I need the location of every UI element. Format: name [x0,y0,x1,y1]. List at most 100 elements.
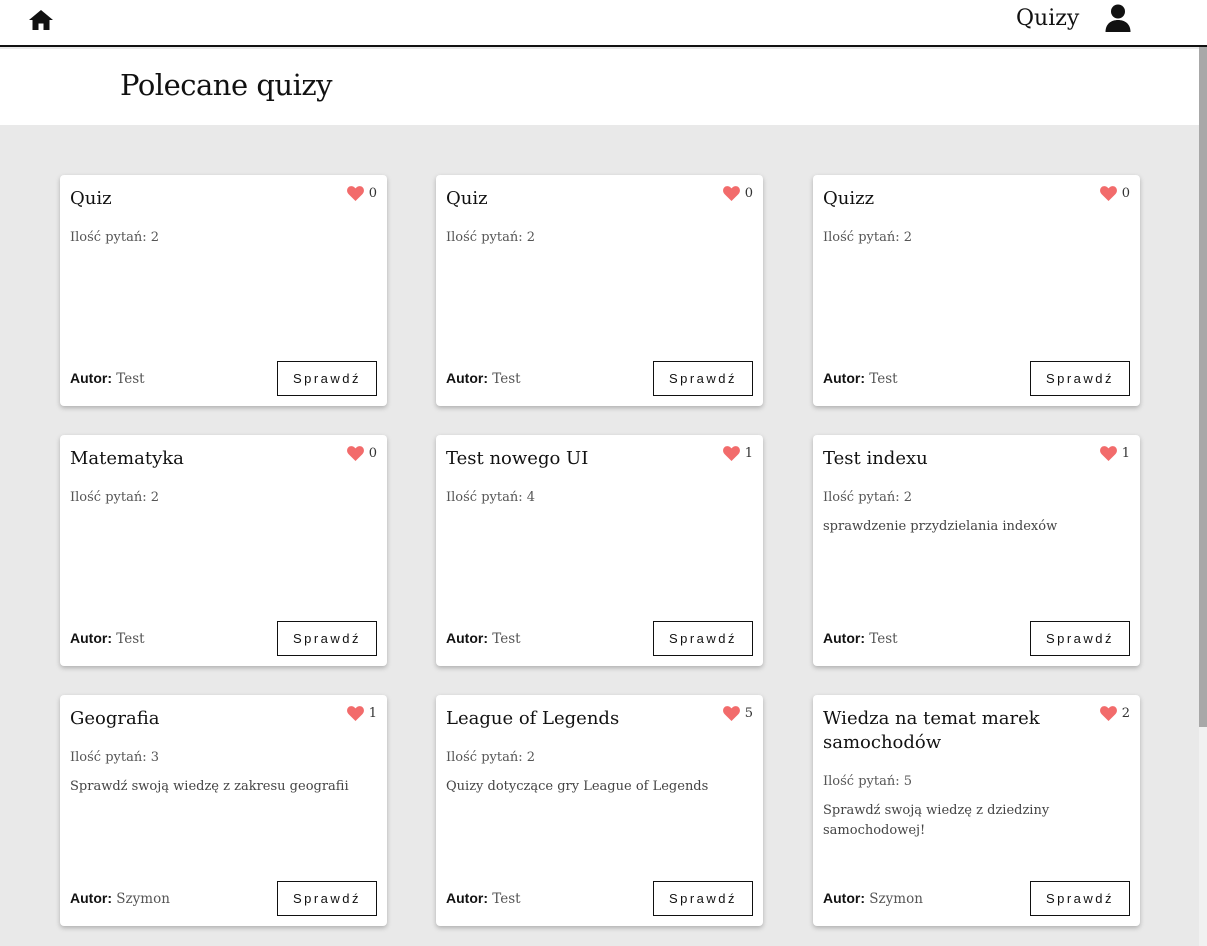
quiz-description: Sprawdź swoją wiedzę z dziedziny samocho… [823,803,1050,838]
home-icon[interactable] [28,8,54,32]
author-name: Szymon [869,891,923,907]
page-header: Polecane quizy [0,49,1199,125]
likes-badge[interactable]: 0 [346,186,377,201]
quiz-title: Quizz [823,188,875,209]
author-label: Autor: [823,630,865,646]
likes-count: 0 [368,446,377,461]
quiz-title: Wiedza na temat marek samochodów [823,708,1040,753]
quiz-card: Quiz 0 Ilość pytań: 2 Autor: Test Sprawd… [60,175,387,406]
question-count: Ilość pytań: 2 [446,230,536,245]
author-name: Szymon [116,891,170,907]
author-label: Autor: [823,370,865,386]
likes-badge[interactable]: 5 [722,706,753,721]
author-name: Test [116,631,145,647]
quiz-title: Quiz [446,188,488,209]
likes-badge[interactable]: 0 [722,186,753,201]
likes-count: 0 [744,186,753,201]
likes-count: 1 [1121,446,1130,461]
quiz-description: sprawdzenie przydzielania indexów [823,519,1058,534]
likes-count: 1 [368,706,377,721]
quiz-author: Autor: Test [823,630,898,647]
quiz-title: Matematyka [70,448,184,469]
page-title: Polecane quizy [120,68,333,102]
likes-badge[interactable]: 1 [346,706,377,721]
likes-count: 2 [1121,706,1130,721]
quiz-author: Autor: Szymon [70,890,170,907]
author-name: Test [869,371,898,387]
check-quiz-button[interactable]: Sprawdź [1030,621,1130,656]
question-count: Ilość pytań: 4 [446,490,536,505]
quiz-card: Matematyka 0 Ilość pytań: 2 Autor: Test … [60,435,387,666]
question-count: Ilość pytań: 2 [70,230,160,245]
heart-icon[interactable] [1099,706,1117,721]
author-name: Test [869,631,898,647]
heart-icon[interactable] [346,186,364,201]
likes-count: 5 [744,706,753,721]
quiz-author: Autor: Test [446,630,521,647]
quiz-description: Quizy dotyczące gry League of Legends [446,779,709,794]
scrollbar-thumb[interactable] [1199,47,1207,727]
quiz-card: Quiz 0 Ilość pytań: 2 Autor: Test Sprawd… [436,175,763,406]
check-quiz-button[interactable]: Sprawdź [277,361,377,396]
quiz-title: Test nowego UI [446,448,589,469]
likes-count: 0 [1121,186,1130,201]
author-name: Test [492,891,521,907]
question-count: Ilość pytań: 2 [823,230,913,245]
author-label: Autor: [823,890,865,906]
heart-icon[interactable] [1099,186,1117,201]
likes-badge[interactable]: 0 [1099,186,1130,201]
question-count: Ilość pytań: 2 [823,490,913,505]
likes-count: 0 [368,186,377,201]
heart-icon[interactable] [346,446,364,461]
author-label: Autor: [70,630,112,646]
likes-badge[interactable]: 2 [1099,706,1130,721]
quiz-title: Geografia [70,708,160,729]
author-label: Autor: [446,630,488,646]
question-count: Ilość pytań: 2 [446,750,536,765]
heart-icon[interactable] [722,186,740,201]
nav-quizy-link[interactable]: Quizy [1016,6,1079,31]
quiz-card: Quizz 0 Ilość pytań: 2 Autor: Test Spraw… [813,175,1140,406]
quiz-author: Autor: Test [446,890,521,907]
author-label: Autor: [446,370,488,386]
heart-icon[interactable] [722,446,740,461]
user-icon[interactable] [1103,3,1133,33]
quiz-author: Autor: Szymon [823,890,923,907]
likes-badge[interactable]: 1 [1099,446,1130,461]
author-label: Autor: [70,890,112,906]
likes-badge[interactable]: 0 [346,446,377,461]
author-name: Test [116,371,145,387]
quiz-card: Test nowego UI 1 Ilość pytań: 4 Autor: T… [436,435,763,666]
quiz-card: Wiedza na temat marek samochodów 2 Ilość… [813,695,1140,926]
author-label: Autor: [70,370,112,386]
check-quiz-button[interactable]: Sprawdź [653,881,753,916]
check-quiz-button[interactable]: Sprawdź [1030,361,1130,396]
quiz-author: Autor: Test [446,370,521,387]
heart-icon[interactable] [1099,446,1117,461]
question-count: Ilość pytań: 3 [70,750,160,765]
quiz-author: Autor: Test [70,370,145,387]
author-label: Autor: [446,890,488,906]
scrollbar[interactable] [1199,47,1207,946]
quiz-title: Quiz [70,188,112,209]
check-quiz-button[interactable]: Sprawdź [1030,881,1130,916]
likes-count: 1 [744,446,753,461]
question-count: Ilość pytań: 5 [823,774,913,789]
check-quiz-button[interactable]: Sprawdź [653,361,753,396]
author-name: Test [492,371,521,387]
quiz-title: Test indexu [823,448,928,469]
likes-badge[interactable]: 1 [722,446,753,461]
top-navbar: Quizy [0,0,1207,47]
quiz-title: League of Legends [446,708,620,729]
heart-icon[interactable] [346,706,364,721]
quiz-card: Geografia 1 Ilość pytań: 3 Sprawdź swoją… [60,695,387,926]
check-quiz-button[interactable]: Sprawdź [277,621,377,656]
quiz-description: Sprawdź swoją wiedzę z zakresu geografii [70,779,349,794]
check-quiz-button[interactable]: Sprawdź [277,881,377,916]
quiz-author: Autor: Test [823,370,898,387]
check-quiz-button[interactable]: Sprawdź [653,621,753,656]
quiz-author: Autor: Test [70,630,145,647]
heart-icon[interactable] [722,706,740,721]
author-name: Test [492,631,521,647]
quiz-card: Test indexu 1 Ilość pytań: 2 sprawdzenie… [813,435,1140,666]
